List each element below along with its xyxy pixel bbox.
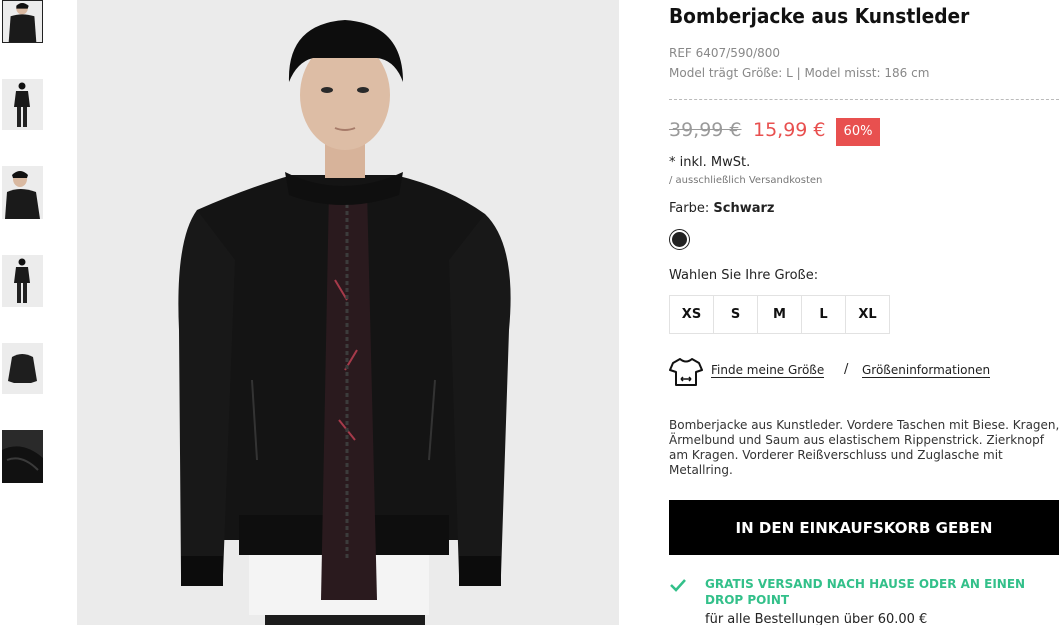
tshirt-icon (669, 358, 703, 386)
link-separator: / (844, 362, 849, 377)
sale-price: 15,99 € (753, 119, 826, 141)
thumbnail-image (2, 343, 43, 394)
swatch-fill (672, 232, 687, 247)
size-links-row: Finde meine Größe / Größeninformationen (669, 355, 1061, 387)
thumbnail-image (2, 79, 43, 130)
tax-note: * inkl. MwSt. (669, 155, 751, 170)
model-photo (77, 0, 619, 625)
size-info-link[interactable]: Größeninformationen (862, 363, 991, 378)
divider (669, 99, 1059, 100)
size-option-l[interactable]: L (801, 295, 846, 334)
shipping-cost-note: / ausschließlich Versandkosten (669, 175, 823, 186)
size-option-s[interactable]: S (713, 295, 758, 334)
size-option-xs[interactable]: XS (669, 295, 714, 334)
size-option-xl[interactable]: XL (845, 295, 890, 334)
product-ref: REF 6407/590/800 (669, 46, 781, 60)
thumbnail-image (3, 1, 42, 42)
thumbnail-3[interactable] (2, 166, 43, 219)
thumbnail-5[interactable] (2, 343, 43, 394)
color-label: Farbe: (669, 201, 710, 216)
thumbnail-6[interactable] (2, 430, 43, 483)
color-value: Schwarz (713, 201, 775, 216)
thumbnail-image (2, 255, 43, 307)
size-option-m[interactable]: M (757, 295, 802, 334)
check-icon (670, 579, 686, 592)
thumbnail-1[interactable] (2, 0, 43, 43)
thumbnail-2[interactable] (2, 79, 43, 130)
add-to-cart-button[interactable]: IN DEN EINKAUFSKORB GEBEN (669, 500, 1059, 555)
discount-badge: 60% (836, 118, 880, 146)
thumbnail-image (2, 430, 43, 483)
thumbnail-4[interactable] (2, 255, 43, 307)
color-label-row: Farbe: Schwarz (669, 201, 774, 216)
shipping-promo-subtitle: für alle Bestellungen über 60.00 € (705, 612, 928, 625)
size-selector: XS S M L XL (669, 295, 890, 334)
shipping-promo-title: GRATIS VERSAND NACH HAUSE ODER AN EINEN … (705, 577, 1026, 607)
thumbnail-image (2, 166, 43, 219)
color-swatch-black[interactable] (669, 229, 690, 250)
old-price: 39,99 € (669, 119, 742, 141)
product-description: Bomberjacke aus Kunstleder. Vordere Tasc… (669, 418, 1060, 477)
size-label: Wahlen Sie Ihre Große: (669, 268, 819, 283)
product-main-image[interactable] (77, 0, 619, 625)
product-title: Bomberjacke aus Kunstleder (669, 4, 970, 28)
model-info: Model trägt Größe: L | Model misst: 186 … (669, 66, 930, 80)
find-my-size-link[interactable]: Finde meine Größe (711, 363, 825, 378)
